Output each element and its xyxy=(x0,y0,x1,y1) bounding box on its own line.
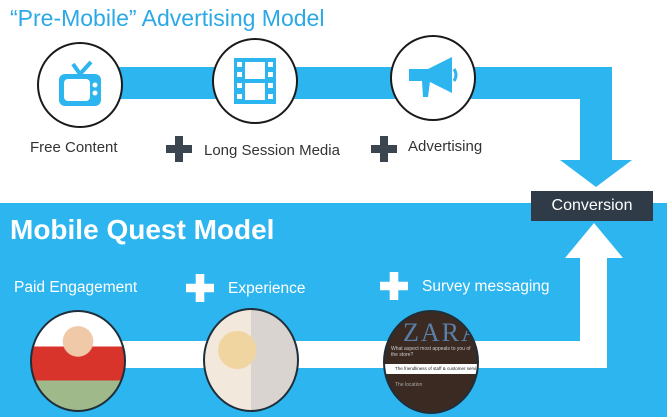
step-label-long-session-media: Long Session Media xyxy=(204,142,340,159)
survey-on-store-photo: ZARA What aspect most appeals to you of … xyxy=(383,310,479,414)
megaphone-circle xyxy=(390,35,476,121)
plus-icon xyxy=(166,136,192,162)
mobile-quest-title: Mobile Quest Model xyxy=(10,214,275,245)
top-flow-down xyxy=(580,67,612,163)
pre-mobile-title: “Pre-Mobile” Advertising Model xyxy=(10,5,325,31)
survey-option: The friendliness of staff & customer ser… xyxy=(385,364,477,374)
top-flow-bar xyxy=(80,67,612,99)
up-arrow-head xyxy=(565,223,623,258)
megaphone-icon xyxy=(409,57,458,97)
film-icon xyxy=(234,58,276,104)
tv-circle xyxy=(37,42,123,128)
store-sign: ZARA xyxy=(403,318,479,347)
step-label-advertising: Advertising xyxy=(408,138,483,155)
step-label-survey-messaging: Survey messaging xyxy=(422,278,550,295)
step-label-free-content: Free Content xyxy=(30,139,118,156)
survey-option: The location xyxy=(395,382,423,388)
step-label-paid-engagement: Paid Engagement xyxy=(14,279,138,296)
survey-question: What aspect most appeals to you of the s… xyxy=(391,346,471,358)
step-label-experience: Experience xyxy=(228,280,306,297)
film-circle xyxy=(212,38,298,124)
woman-smelling-perfume-photo xyxy=(203,308,299,412)
bottom-flow-up xyxy=(580,256,607,368)
plus-icon xyxy=(371,136,397,162)
tv-icon xyxy=(59,60,101,106)
plus-icon xyxy=(186,274,214,302)
down-arrow-head xyxy=(560,160,632,187)
people-holding-cash-photo xyxy=(30,310,126,412)
conversion-box: Conversion xyxy=(531,191,653,221)
plus-icon xyxy=(380,272,408,300)
bottom-flow-bar xyxy=(80,341,607,368)
